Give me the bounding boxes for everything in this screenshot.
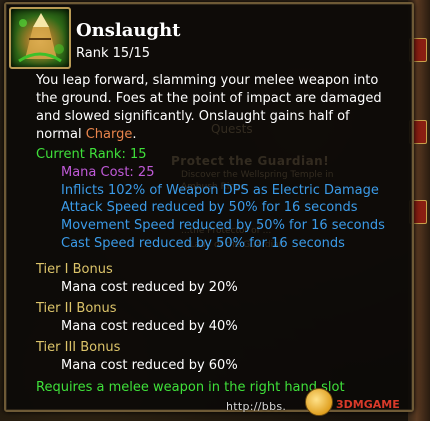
effect-line: Cast Speed reduced by 50% for 16 seconds [61,236,345,251]
current-rank-label: Current Rank: 15 [36,147,147,162]
effect-line: Inflicts 102% of Weapon DPS as Electric … [61,183,379,198]
watermark-url: http://bbs. [226,400,287,413]
skill-description: You leap forward, slamming your melee we… [36,72,396,144]
tier-3-label: Tier III Bonus [36,340,121,355]
tier-2-value: Mana cost reduced by 40% [61,319,238,334]
skill-rank: Rank 15/15 [76,46,151,61]
tier-2-label: Tier II Bonus [36,301,117,316]
background-quest-title: Protect the Guardian! [171,154,330,168]
tier-1-value: Mana cost reduced by 20% [61,280,238,295]
description-end: . [132,127,137,142]
charge-keyword: Charge [85,127,133,142]
skill-name: Onslaught [76,20,181,41]
effect-line: Attack Speed reduced by 50% for 16 secon… [61,200,358,215]
watermark-brand: 3DMGAME [336,398,400,411]
skill-tooltip: Quests Protect the Guardian! Discover th… [4,2,414,412]
onslaught-skill-icon [9,7,71,69]
mana-cost: Mana Cost: 25 [61,165,155,180]
tier-1-label: Tier I Bonus [36,262,113,277]
watermark-logo-icon [305,388,333,416]
background-quest-line: Discover the Wellspring Temple in [181,170,334,180]
weapon-requirement: Requires a melee weapon in the right han… [36,380,345,395]
tier-3-value: Mana cost reduced by 60% [61,358,238,373]
effect-line: Movement Speed reduced by 50% for 16 sec… [61,218,385,233]
